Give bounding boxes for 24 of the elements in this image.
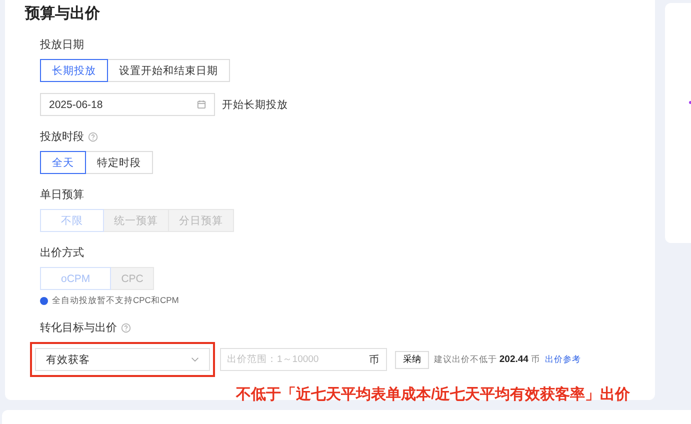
unit-label: 币 [369, 354, 379, 367]
annotation-text: 不低于「近七天平均表单成本/近七天平均有效获客率」出价 [236, 385, 630, 404]
help-icon[interactable] [88, 132, 98, 142]
segment-option[interactable]: 设置开始和结束日期 [107, 59, 230, 82]
segment-option[interactable]: 长期投放 [40, 59, 108, 82]
bid-reference-link[interactable]: 出价参考 [544, 354, 581, 366]
suggestion-text: 建议出价不低于 202.44 币 [434, 354, 540, 366]
field-label: 投放时段 [40, 130, 84, 144]
field-label: 转化目标与出价 [40, 321, 117, 335]
segment-option[interactable]: 特定时段 [85, 151, 153, 174]
caret-icon [191, 357, 199, 362]
hint-text: 全自动投放暂不支持CPC和CPM [52, 295, 179, 307]
goal-select[interactable]: 有效获客 [35, 348, 210, 371]
field-note: 开始长期投放 [222, 98, 288, 112]
adopt-button[interactable]: 采纳 [395, 350, 429, 368]
help-icon[interactable] [121, 322, 131, 332]
field-label: 出价方式 [40, 246, 84, 260]
segment-option[interactable]: 全天 [40, 151, 86, 174]
field-label: 投放日期 [40, 38, 84, 52]
info-icon [40, 297, 48, 305]
calendar-icon [197, 100, 206, 109]
field-label: 单日预算 [40, 188, 84, 202]
section-title: 预算与出价 [25, 4, 101, 23]
date-field[interactable]: 2025-06-18 [40, 93, 215, 116]
